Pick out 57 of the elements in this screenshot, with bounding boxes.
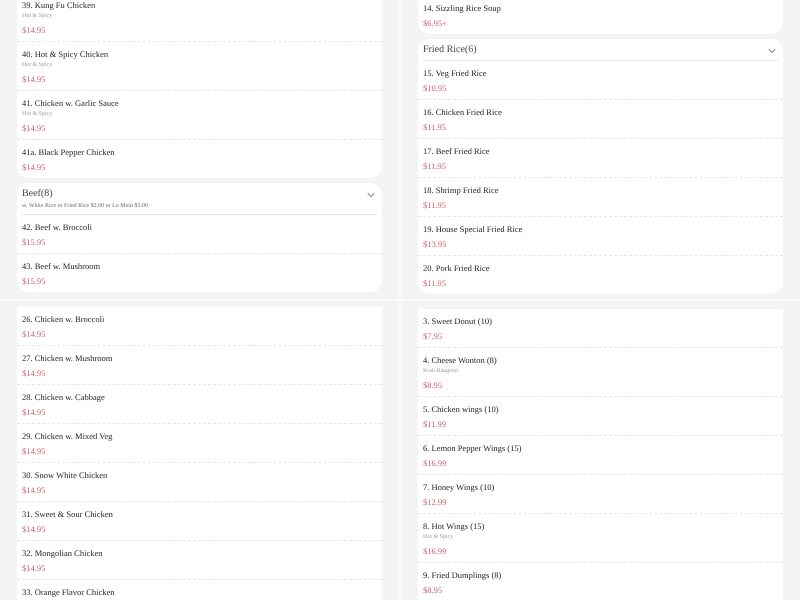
dish-price: $10.95	[423, 82, 448, 94]
category-title: Beef(8)	[22, 187, 54, 201]
dish-price: $14.95	[22, 122, 46, 134]
dish-price: $14.95	[22, 445, 46, 457]
dish-name: 14. Sizzling Rice Soup	[423, 2, 502, 14]
dish-price: $11.95	[423, 199, 448, 211]
dish-name: 17. Beef Fried Rice	[423, 145, 491, 157]
dish-name: 15. Veg Fried Rice	[423, 67, 488, 79]
dish-name: 4. Cheese Wonton (8)	[423, 354, 498, 366]
dish-name: 41a. Black Pepper Chicken	[22, 146, 116, 158]
dish-name: 28. Chicken w. Cabbage	[22, 391, 106, 403]
dish-price: $16.99	[423, 457, 448, 469]
dish-name: 19. House Special Fried Rice	[423, 223, 524, 235]
dish-price: $14.95	[22, 484, 46, 496]
dish-price: $8.95	[423, 584, 444, 596]
dish-name: 43. Beef w. Mushroom	[22, 260, 102, 272]
dish-price: $13.95	[423, 238, 448, 250]
dish-price: $11.99	[423, 418, 448, 430]
dish-name: 32. Mongolian Chicken	[22, 547, 104, 559]
dish-price: $14.95	[22, 406, 46, 418]
dish-name: 9. Fried Dumplings (8)	[423, 569, 502, 581]
dish-name: 8. Hot Wings (15)	[423, 520, 486, 532]
dish-name: 30. Snow White Chicken	[22, 469, 108, 481]
dish-name: 26. Chicken w. Broccoli	[22, 313, 106, 325]
dish-name: 40. Hot & Spicy Chicken	[22, 48, 110, 60]
dish-price: $6.95+	[423, 17, 448, 29]
dish-price: $14.95	[22, 328, 46, 340]
dish-name: 41. Chicken w. Garlic Sauce	[22, 97, 120, 109]
dish-price: $8.95	[423, 379, 444, 391]
dish-price: $14.95	[22, 523, 46, 535]
dish-name: 18. Shrimp Fried Rice	[423, 184, 500, 196]
dish-price: $7.95	[423, 330, 444, 342]
dish-name: 16. Chicken Fried Rice	[423, 106, 503, 118]
dish-price: $12.99	[423, 496, 448, 508]
dish-price: $15.95	[22, 275, 46, 287]
dish-price: $16.99	[423, 545, 448, 557]
dish-name: 42. Beef w. Broccoli	[22, 221, 94, 233]
dish-name: 27. Chicken w. Mushroom	[22, 352, 114, 364]
dish-name: 29. Chicken w. Mixed Veg	[22, 430, 114, 442]
dish-name: 39. Kung Fu Chicken	[22, 0, 96, 11]
dish-price: $11.95	[423, 277, 448, 289]
dish-name: 7. Honey Wings (10)	[423, 481, 496, 493]
dish-price: $11.95	[423, 160, 448, 172]
dish-price: $14.95	[22, 24, 46, 36]
dish-price: $14.95	[22, 367, 46, 379]
category-title: Fried Rice(6)	[423, 43, 477, 57]
dish-name: 20. Pork Fried Rice	[423, 262, 491, 274]
dish-name: 33. Orange Flavor Chicken	[22, 586, 116, 598]
dish-name: 5. Chicken wings (10)	[423, 403, 500, 415]
dish-name: 31. Sweet & Sour Chicken	[22, 508, 114, 520]
dish-price: $11.95	[423, 121, 448, 133]
dish-name: 3. Sweet Donut (10)	[423, 315, 493, 327]
dish-price: $14.95	[22, 562, 46, 574]
dish-price: $14.95	[22, 73, 46, 85]
dish-price: $14.95	[22, 161, 46, 173]
dish-price: $15.95	[22, 236, 46, 248]
dish-name: 6. Lemon Pepper Wings (15)	[423, 442, 522, 454]
